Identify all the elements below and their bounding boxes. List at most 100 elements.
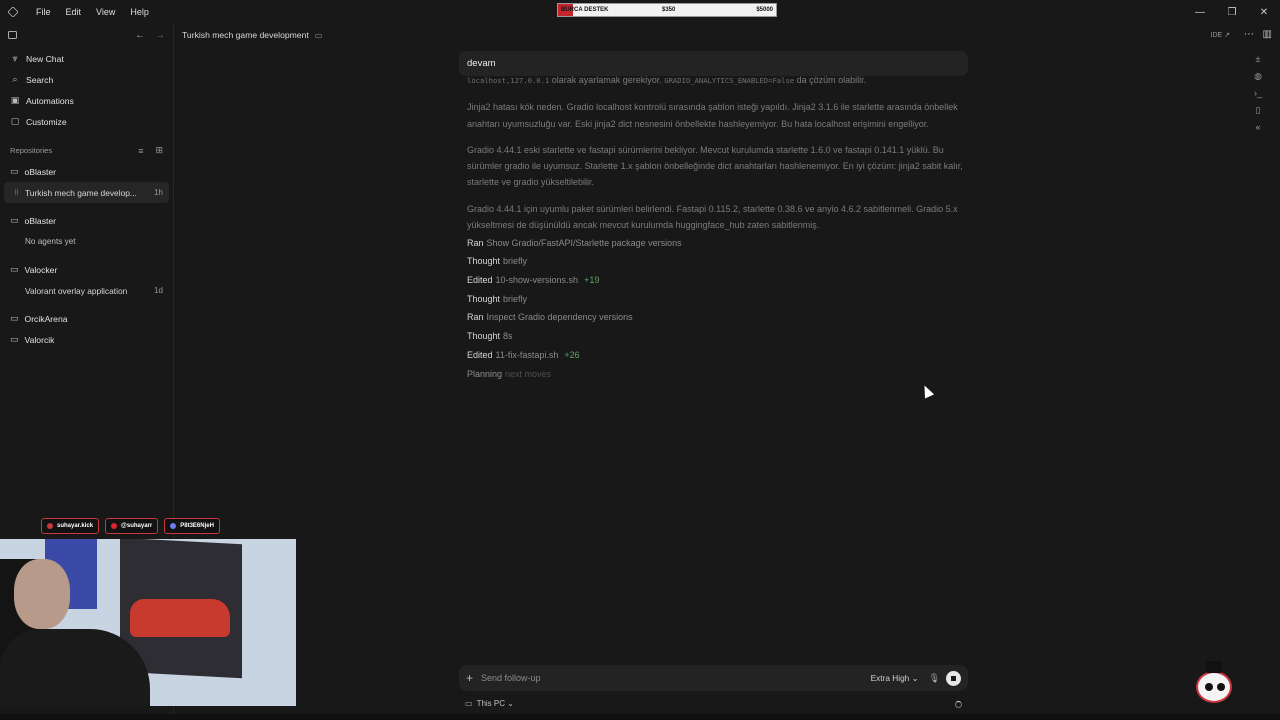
forward-arrow-icon[interactable]: → [155, 30, 165, 41]
step-detail: 8s [503, 331, 513, 342]
thread-title: Valorant overlay application [25, 285, 128, 296]
nav-new-chat[interactable]: ⩔ New Chat [0, 48, 173, 69]
title-bar: File Edit View Help BURCA DESTEK $350 $5… [0, 0, 1280, 24]
repo-name: Valorcik [24, 334, 55, 345]
folder-icon: ▭ [10, 215, 19, 225]
repo-name: oBlaster [24, 215, 57, 226]
filter-icon: ⩔ [12, 53, 18, 63]
drag-handle-icon: ⠿ [14, 189, 20, 197]
repo-folder[interactable]: ▭ Valocker [0, 259, 173, 280]
folder-icon: ▭ [10, 313, 19, 323]
stop-button[interactable] [946, 670, 961, 686]
social-discord: P8t3E6NjeH [164, 518, 220, 534]
follow-up-input[interactable] [481, 673, 871, 683]
tool-step[interactable]: Ran Inspect Gradio dependency versions [467, 308, 967, 327]
step-detail: Inspect Gradio dependency versions [486, 312, 633, 323]
tool-step[interactable]: Edited 11-fix-fastapi.sh +26 [467, 346, 967, 365]
repo-folder[interactable]: ▭ Valorcik [0, 329, 173, 350]
stop-icon [951, 675, 956, 681]
main-panel: Turkish mech game development ▭ IDE ↗ ⋯ … [175, 24, 1280, 720]
thread-age: 1d [154, 286, 163, 295]
app-logo-icon [7, 6, 19, 18]
more-icon[interactable]: ⋯ [1244, 29, 1254, 40]
social-handle: @suhayarr [121, 523, 153, 529]
repo-name: oBlaster [24, 166, 57, 177]
tool-step[interactable]: Thought briefly [467, 252, 967, 271]
social-kick: suhayar.kick [41, 518, 100, 534]
step-detail: 11-fix-fastapi.sh [495, 349, 559, 360]
step-verb: Thought [467, 293, 501, 304]
streamer [14, 559, 70, 629]
app-window: File Edit View Help BURCA DESTEK $350 $5… [0, 0, 1280, 720]
nav-customize-label: Customize [26, 116, 67, 127]
sort-icon[interactable]: ≡ [138, 146, 143, 156]
response-text: da çözüm olabilir. [794, 75, 867, 85]
new-folder-icon[interactable]: ⊞ [155, 145, 163, 156]
donation-label: BURCA DESTEK [561, 7, 609, 13]
collapse-icon[interactable]: « [1255, 122, 1260, 139]
tool-step[interactable]: Thought briefly [467, 289, 967, 308]
repo-folder[interactable]: ▭ oBlaster [0, 161, 173, 182]
step-detail: 10-show-versions.sh [495, 275, 579, 286]
terminal-icon[interactable]: ›_ [1254, 88, 1262, 105]
search-icon: ⌕ [12, 74, 18, 84]
assistant-response: localhost,127.0.0.1 olarak ayarlamak ger… [467, 74, 967, 383]
instagram-icon [47, 523, 53, 529]
social-youtube: @suhayarr [105, 518, 159, 534]
mascot-logo-icon [1194, 661, 1234, 705]
stream-socials: suhayar.kick @suhayarr P8t3E6NjeH [41, 518, 220, 534]
nav-search-label: Search [26, 74, 54, 85]
response-paragraph: Jinja2 hatası kök neden. Gradio localhos… [467, 102, 958, 129]
step-detail: Show Gradio/FastAPI/Starlette package ve… [486, 237, 682, 248]
ide-link[interactable]: IDE ↗ [1211, 31, 1230, 39]
repo-folder[interactable]: ▭ OrcikArena [0, 308, 173, 329]
step-verb: Edited [467, 349, 493, 360]
globe-icon[interactable]: ◍ [1254, 71, 1262, 88]
step-verb: Edited [467, 275, 493, 286]
microphone-icon[interactable]: 🎙 [929, 673, 940, 684]
nav-customize[interactable]: ▢ Customize [0, 111, 173, 132]
window-controls: — ❐ ✕ [1184, 0, 1280, 24]
tool-step[interactable]: Ran Show Gradio/FastAPI/Starlette package… [467, 233, 967, 252]
step-verb: Thought [467, 331, 501, 342]
back-arrow-icon[interactable]: ← [135, 30, 145, 41]
step-verb: Thought [467, 256, 501, 267]
webcam-feed [0, 539, 296, 706]
nav-search[interactable]: ⌕ Search [0, 69, 173, 90]
menu-file[interactable]: File [30, 7, 60, 17]
location-select[interactable]: ▭ This PC ⌄ [465, 699, 514, 708]
tool-steps: Ran Show Gradio/FastAPI/Starlette package… [467, 233, 967, 364]
empty-agents-note: No agents yet [25, 237, 76, 246]
folder-icon: ▭ [10, 334, 19, 344]
toggle-sidebar-icon[interactable] [8, 31, 17, 39]
effort-select[interactable]: Extra High ⌄ [871, 673, 919, 683]
nav-automations-label: Automations [26, 95, 74, 106]
restore-icon[interactable]: ❐ [1216, 0, 1248, 24]
panel-toggle-icon[interactable]: ▥ [1263, 29, 1272, 40]
inline-code: GRADIO_ANALYTICS_ENABLED=False [664, 76, 795, 85]
nav-automations[interactable]: ▣ Automations [0, 90, 173, 111]
box-icon: ▢ [10, 116, 20, 126]
inline-code: localhost,127.0.0.1 [467, 76, 550, 85]
tool-step[interactable]: Thought 8s [467, 327, 967, 346]
step-detail: briefly [503, 293, 528, 304]
diff-icon[interactable]: ± [1256, 54, 1261, 71]
thread-item[interactable]: Valorant overlay application 1d [0, 280, 173, 301]
repo-folder[interactable]: ▭ oBlaster [0, 210, 173, 231]
donation-current: $350 [662, 7, 676, 13]
tool-step[interactable]: Edited 10-show-versions.sh +19 [467, 271, 967, 290]
response-paragraph: Gradio 4.44.1 için uyumlu paket sürümler… [467, 203, 958, 231]
menu-help[interactable]: Help [124, 7, 158, 17]
social-handle: P8t3E6NjeH [180, 523, 214, 529]
menu-view[interactable]: View [90, 7, 124, 17]
folder-icon: ▭ [10, 166, 19, 176]
menu-edit[interactable]: Edit [60, 7, 91, 17]
repositories-header: Repositories ≡ ⊞ [0, 140, 173, 161]
close-icon[interactable]: ✕ [1248, 0, 1280, 24]
file-icon[interactable]: ▯ [1256, 105, 1261, 122]
calendar-icon: ▣ [10, 95, 20, 105]
minimize-icon[interactable]: — [1184, 0, 1216, 24]
thread-item-active[interactable]: ⠿ Turkish mech game develop... 1h [4, 182, 169, 203]
youtube-icon [111, 523, 118, 529]
add-attachment-icon[interactable]: + [466, 671, 473, 685]
